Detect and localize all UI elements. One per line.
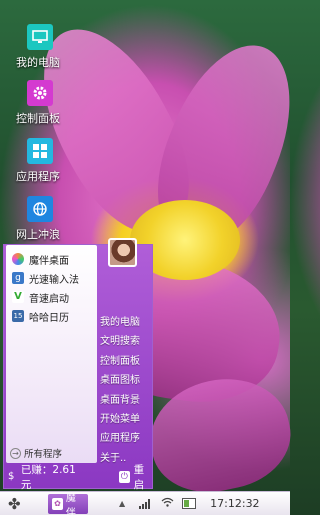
restart-label: 重启 — [133, 464, 145, 491]
menu-link-search[interactable]: 文明搜索 — [100, 332, 154, 351]
menu-link-control-panel[interactable]: 控制面板 — [100, 352, 154, 371]
desktop-icon-label: 控制面板 — [16, 112, 60, 125]
gear-icon — [27, 80, 53, 106]
pinned-item-haha-calendar[interactable]: 15 哈哈日历 — [6, 307, 97, 325]
pinwheel-icon: ✿ — [52, 497, 63, 510]
pinned-item-label: 魔伴桌面 — [29, 255, 69, 267]
pinned-item-label: 音速启动 — [29, 293, 69, 305]
all-programs-button[interactable]: → 所有程序 — [10, 446, 62, 460]
desktop-icon-label: 我的电脑 — [16, 56, 60, 69]
start-menu-pinned-panel: 魔伴桌面 g 光速输入法 V 音速启动 15 哈哈日历 → 所有程序 — [6, 245, 97, 463]
globe-icon — [27, 196, 53, 222]
money-bag-icon: $ — [8, 471, 15, 482]
monitor-icon — [27, 24, 53, 50]
restart-button[interactable]: ⏻ 重启 — [119, 462, 152, 492]
desktop-icon-label: 应用程序 — [16, 170, 60, 183]
calendar-icon: 15 — [12, 310, 24, 322]
start-menu-footer: $ 已赚：2.61元 ⏻ 重启 — [4, 464, 152, 491]
v-launch-icon: V — [12, 291, 24, 303]
taskbar: ✤ ✿ 魔伴 ▲ 17:12:32 — [0, 491, 290, 515]
start-menu: 魔伴桌面 g 光速输入法 V 音速启动 15 哈哈日历 → 所有程序 我的电脑 … — [3, 238, 154, 491]
clock: 17:12:32 — [210, 497, 260, 510]
pinned-item-mobanzhuomian[interactable]: 魔伴桌面 — [6, 250, 97, 268]
wifi-icon[interactable] — [161, 497, 174, 510]
pinned-item-label: 哈哈日历 — [29, 312, 69, 324]
g-keyboard-icon: g — [12, 272, 24, 284]
taskbar-app-moban[interactable]: ✿ 魔伴 — [48, 493, 88, 515]
taskbar-app-label: 魔伴 — [65, 492, 76, 515]
pinned-item-label: 光速输入法 — [29, 274, 79, 286]
avatar[interactable] — [108, 238, 137, 267]
menu-link-my-computer[interactable]: 我的电脑 — [100, 313, 154, 332]
menu-link-start-menu[interactable]: 开始菜单 — [100, 410, 154, 429]
all-programs-label: 所有程序 — [24, 449, 63, 460]
start-button[interactable]: ✤ — [8, 495, 26, 513]
battery-icon[interactable] — [182, 498, 197, 509]
tray-expand-icon[interactable]: ▲ — [119, 499, 125, 508]
signal-icon — [139, 498, 151, 509]
pinned-item-yinsu-launch[interactable]: V 音速启动 — [6, 288, 97, 306]
desktop-icon-applications[interactable]: 应用程序 — [14, 138, 66, 184]
arrow-right-icon: → — [10, 447, 21, 459]
desktop-icon-label: 网上冲浪 — [16, 228, 60, 241]
menu-link-applications[interactable]: 应用程序 — [100, 429, 154, 448]
start-menu-links: 我的电脑 文明搜索 控制面板 桌面图标 桌面背景 开始菜单 应用程序 关于.. — [100, 313, 154, 468]
desktop-icon-web-surf[interactable]: 网上冲浪 — [14, 196, 66, 242]
pinned-item-guangsu-input[interactable]: g 光速输入法 — [6, 269, 97, 287]
menu-link-desktop-icons[interactable]: 桌面图标 — [100, 371, 154, 390]
pinwheel-icon — [12, 253, 24, 265]
earned-amount: 已赚：2.61元 — [20, 464, 76, 491]
desktop-icon-control-panel[interactable]: 控制面板 — [14, 80, 66, 126]
power-icon: ⏻ — [119, 471, 130, 483]
apps-grid-icon — [27, 138, 53, 164]
desktop-icon-my-computer[interactable]: 我的电脑 — [14, 24, 66, 70]
menu-link-desktop-background[interactable]: 桌面背景 — [100, 391, 154, 410]
